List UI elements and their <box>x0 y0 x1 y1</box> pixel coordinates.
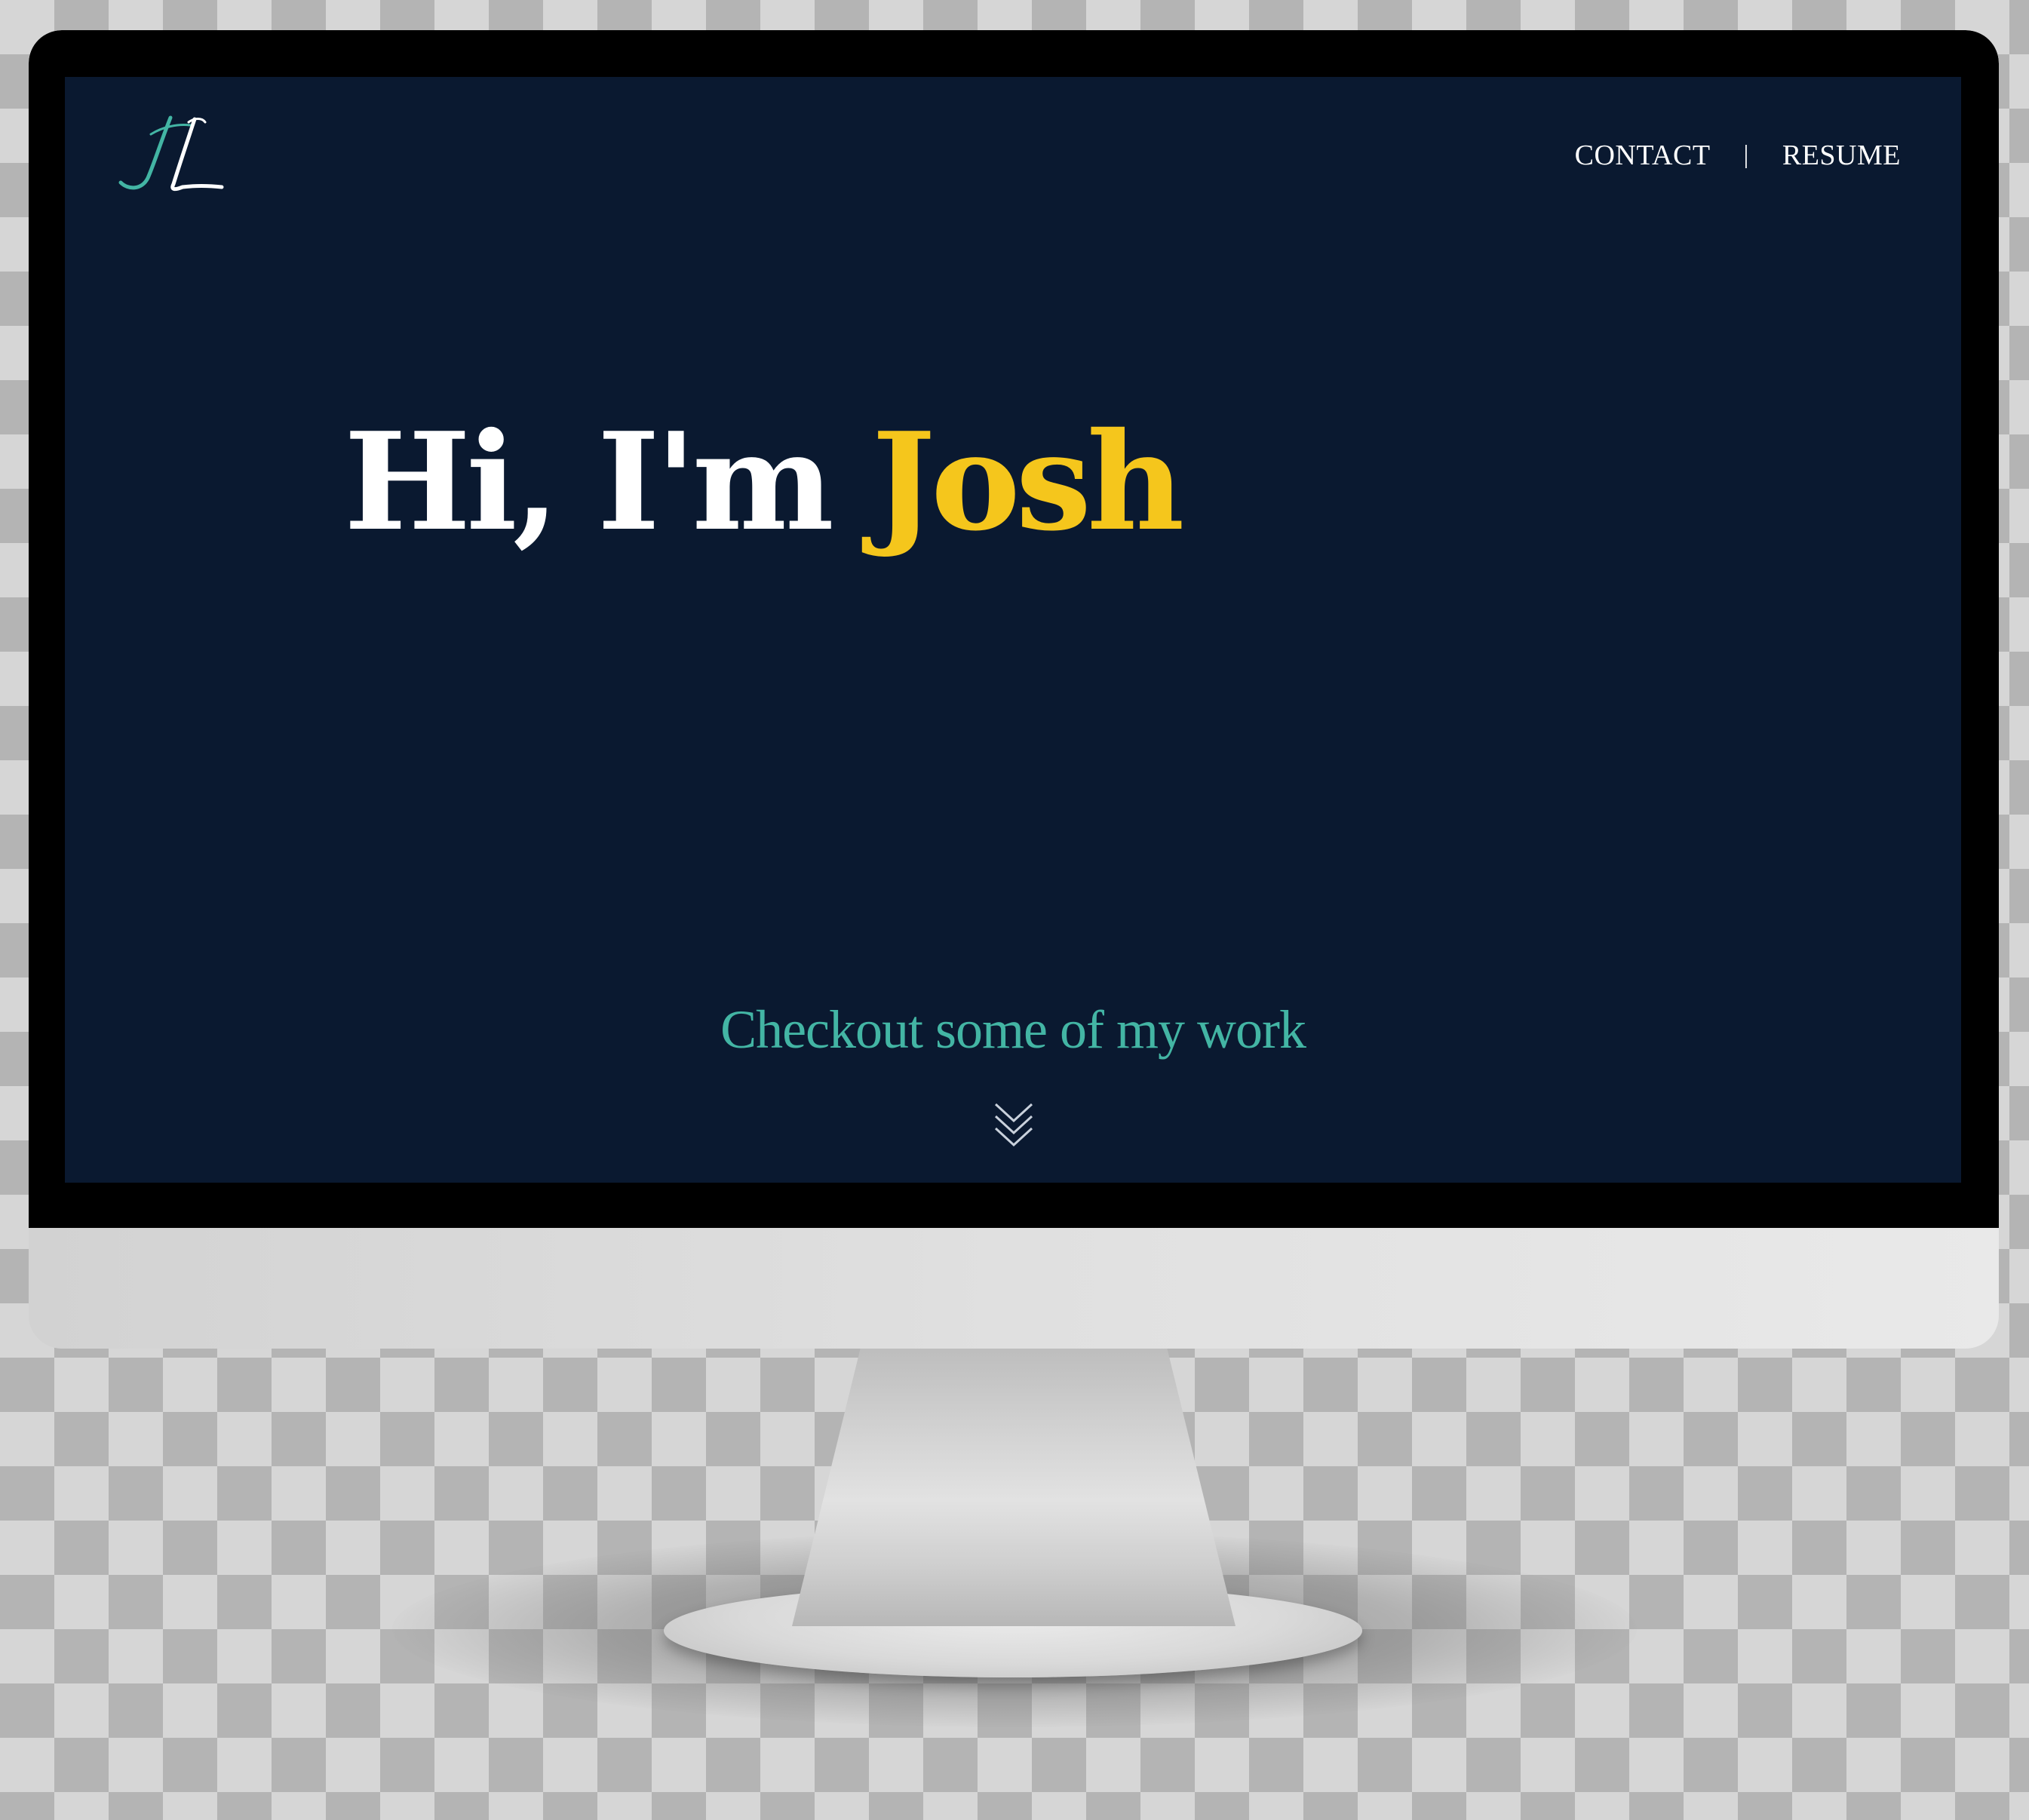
hero-greeting: Hi, I'm <box>344 403 834 560</box>
hero-heading: Hi, I'm Josh <box>344 415 1184 549</box>
monitor-stand-neck <box>792 1347 1236 1626</box>
hero-name: Josh <box>871 403 1185 560</box>
top-nav: CONTACT | RESUME <box>1575 139 1901 172</box>
nav-separator: | <box>1743 141 1749 169</box>
triple-chevron-down-icon[interactable] <box>993 1101 1035 1149</box>
work-prompt: Checkout some of my work <box>720 999 1306 1060</box>
monitor-bezel: CONTACT | RESUME Hi, I'm Josh Checkout s… <box>29 30 1999 1228</box>
website-screen: CONTACT | RESUME Hi, I'm Josh Checkout s… <box>65 77 1961 1183</box>
monitor-frame: CONTACT | RESUME Hi, I'm Josh Checkout s… <box>29 30 1999 1349</box>
jl-monogram-logo[interactable] <box>116 112 225 196</box>
contact-link[interactable]: CONTACT <box>1575 139 1711 172</box>
resume-link[interactable]: RESUME <box>1782 139 1901 172</box>
